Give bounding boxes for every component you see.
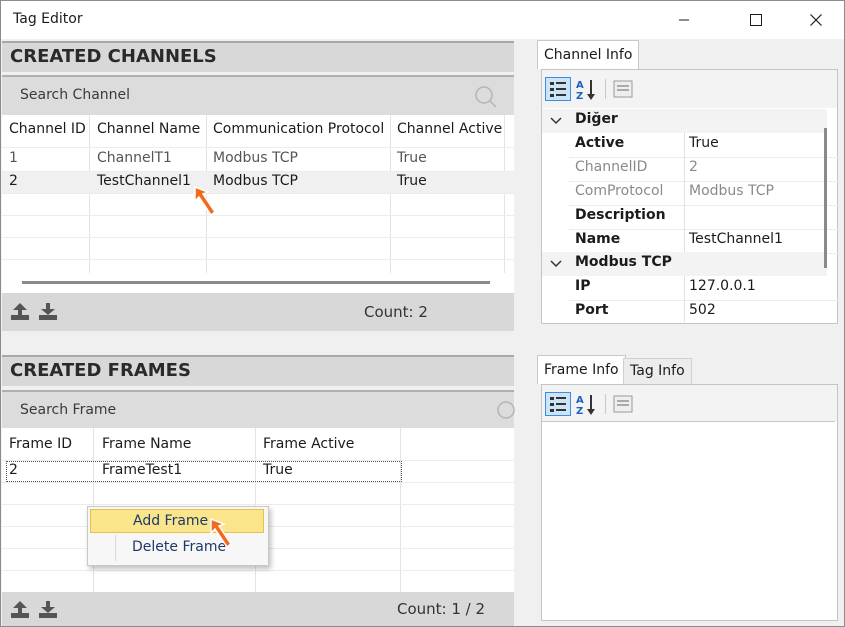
col-header-channel-active[interactable]: Channel Active <box>397 121 502 137</box>
tab-tag-info[interactable]: Tag Info <box>623 358 692 384</box>
property-toolbar: AZ <box>542 385 837 421</box>
cell-channel-id: 2 <box>9 173 18 189</box>
cell-frame-name: FrameTest1 <box>102 462 183 478</box>
cell-active: True <box>397 173 427 189</box>
property-value: 2 <box>689 159 698 175</box>
search-channel-placeholder: Search Channel <box>20 87 131 103</box>
property-name: Name <box>575 231 621 247</box>
col-header-frame-active[interactable]: Frame Active <box>263 436 354 452</box>
tab-channel-info[interactable]: Channel Info <box>537 40 640 69</box>
categorized-icon[interactable] <box>545 392 571 416</box>
channel-property-grid: AZ Diğer Active True ChannelID 2 ComProt… <box>541 69 844 324</box>
channels-footer: Count: 2 <box>2 293 514 331</box>
sort-alphabetical-icon[interactable]: AZ <box>574 77 600 101</box>
search-icon[interactable] <box>474 85 498 109</box>
frames-footer: Count: 1 / 2 <box>2 592 514 626</box>
svg-text:A: A <box>576 395 584 406</box>
cell-channel-name: TestChannel1 <box>97 173 191 189</box>
tab-frame-info[interactable]: Frame Info <box>537 355 626 384</box>
property-row[interactable]: Name TestChannel1 <box>569 229 844 254</box>
category-label: Diğer <box>575 111 618 127</box>
download-icon[interactable] <box>38 600 58 620</box>
col-header-channel-id[interactable]: Channel ID <box>9 121 86 137</box>
channels-header: CREATED CHANNELS <box>2 41 514 72</box>
cell-frame-id: 2 <box>9 462 18 478</box>
property-row[interactable]: ComProtocol Modbus TCP <box>569 181 844 206</box>
cell-channel-id: 1 <box>9 150 18 166</box>
title-bar: Tag Editor <box>1 1 844 39</box>
svg-text:Z: Z <box>576 91 583 101</box>
svg-text:A: A <box>576 80 584 91</box>
col-header-protocol[interactable]: Communication Protocol <box>213 121 384 137</box>
pointer-arrow-icon <box>210 517 233 549</box>
property-name: Port <box>575 302 609 318</box>
category-label: Modbus TCP <box>575 254 672 270</box>
frame-property-grid: AZ <box>541 384 838 621</box>
property-name: IP <box>575 278 591 294</box>
channels-table: Channel ID Channel Name Communication Pr… <box>2 115 514 293</box>
property-row[interactable]: IP 127.0.0.1 <box>569 276 844 301</box>
chevron-down-icon[interactable] <box>550 116 562 126</box>
table-row[interactable]: 1 ChannelT1 Modbus TCP True <box>2 148 514 171</box>
close-button[interactable] <box>793 1 839 39</box>
cell-active: True <box>397 150 427 166</box>
property-row[interactable]: Description <box>569 205 844 230</box>
search-icon[interactable] <box>496 400 516 422</box>
search-frame-box[interactable]: Search Frame <box>2 390 516 428</box>
horizontal-scrollbar[interactable] <box>22 281 490 284</box>
col-header-frame-id[interactable]: Frame ID <box>9 436 72 452</box>
channels-count: Count: 2 <box>364 303 428 321</box>
col-header-frame-name[interactable]: Frame Name <box>102 436 191 452</box>
upload-icon[interactable] <box>10 302 30 322</box>
menu-item-add-frame[interactable]: Add Frame <box>90 509 264 533</box>
property-name: ComProtocol <box>575 183 664 199</box>
table-row-selected[interactable]: 2 TestChannel1 Modbus TCP True <box>2 172 514 193</box>
svg-text:Z: Z <box>576 406 583 416</box>
cell-protocol: Modbus TCP <box>213 150 298 166</box>
property-value[interactable]: 502 <box>689 302 716 318</box>
cell-channel-name: ChannelT1 <box>97 150 172 166</box>
sort-alphabetical-icon[interactable]: AZ <box>574 392 600 416</box>
tag-editor-window: Tag Editor CREATED CHANNELS Search Chann… <box>0 0 845 627</box>
property-row[interactable]: ChannelID 2 <box>569 157 844 182</box>
menu-item-delete-frame[interactable]: Delete Frame <box>90 536 264 560</box>
property-name: Active <box>575 135 625 151</box>
context-menu: Add Frame Delete Frame <box>87 506 269 566</box>
maximize-icon <box>750 14 762 26</box>
property-row[interactable]: Active True <box>569 133 844 158</box>
property-value[interactable]: True <box>689 135 719 151</box>
close-icon <box>810 14 822 26</box>
frames-header: CREATED FRAMES <box>2 355 514 386</box>
frames-count: Count: 1 / 2 <box>397 600 486 618</box>
maximize-button[interactable] <box>733 1 779 39</box>
col-header-channel-name[interactable]: Channel Name <box>97 121 200 137</box>
cell-protocol: Modbus TCP <box>213 173 298 189</box>
property-value: Modbus TCP <box>689 183 774 199</box>
search-channel-box[interactable]: Search Channel <box>2 75 514 115</box>
cell-frame-active: True <box>263 462 293 478</box>
window-title: Tag Editor <box>13 11 83 27</box>
pointer-arrow-icon <box>194 185 217 217</box>
property-pages-icon[interactable] <box>612 79 638 103</box>
minimize-icon <box>679 19 689 21</box>
property-name: Description <box>575 207 666 223</box>
vertical-scrollbar[interactable] <box>824 128 827 268</box>
search-frame-placeholder: Search Frame <box>20 402 117 418</box>
property-toolbar: AZ <box>542 70 837 108</box>
category-row[interactable]: Diğer <box>542 109 827 133</box>
menu-item-add-frame-label: Add Frame <box>133 513 209 529</box>
categorized-icon[interactable] <box>545 77 571 101</box>
property-name: ChannelID <box>575 159 648 175</box>
property-value[interactable]: 127.0.0.1 <box>689 278 756 294</box>
download-icon[interactable] <box>38 302 58 322</box>
upload-icon[interactable] <box>10 600 30 620</box>
property-row[interactable]: Port 502 <box>569 300 844 324</box>
category-row[interactable]: Modbus TCP <box>542 252 827 276</box>
property-value[interactable]: TestChannel1 <box>689 231 783 247</box>
chevron-down-icon[interactable] <box>550 259 562 269</box>
frame-property-area <box>542 421 835 619</box>
table-row-selected[interactable]: 2 FrameTest1 True <box>6 461 402 482</box>
property-pages-icon[interactable] <box>612 394 638 418</box>
minimize-button[interactable] <box>661 1 707 39</box>
